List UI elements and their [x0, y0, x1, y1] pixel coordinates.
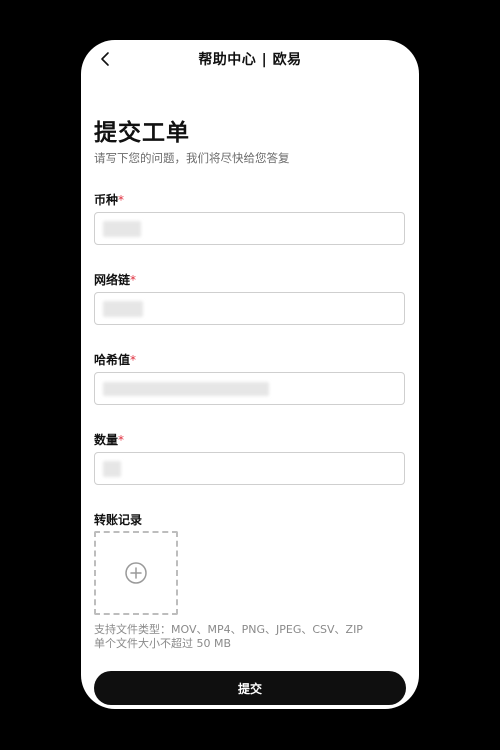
network-label: 网络链*	[94, 271, 136, 288]
transfer-record-label: 转账记录	[94, 513, 143, 527]
amount-label-text: 数量	[94, 433, 119, 447]
file-size-hint: 单个文件大小不超过 50 MB	[94, 637, 232, 650]
submit-button[interactable]: 提交	[94, 671, 406, 705]
required-mark: *	[118, 433, 125, 447]
plus-circle-icon	[125, 562, 147, 584]
header-title: 帮助中心 | 欧易	[198, 52, 302, 68]
required-mark: *	[130, 353, 137, 367]
network-input[interactable]	[94, 292, 405, 325]
redacted-value	[103, 461, 121, 477]
file-types-hint: 支持文件类型：MOV、MP4、PNG、JPEG、CSV、ZIP	[94, 623, 363, 636]
upload-button[interactable]	[94, 531, 178, 615]
network-label-text: 网络链	[94, 273, 131, 287]
redacted-value	[103, 221, 141, 237]
currency-label: 币种*	[94, 191, 124, 208]
amount-input[interactable]	[94, 452, 405, 485]
hash-input[interactable]	[94, 372, 405, 405]
redacted-value	[103, 382, 269, 396]
phone-screen: 帮助中心 | 欧易 提交工单 请写下您的问题，我们将尽快给您答复 币种* 网络链…	[81, 40, 419, 709]
top-bar: 帮助中心 | 欧易	[81, 40, 419, 80]
redacted-value	[103, 301, 143, 317]
required-mark: *	[118, 193, 125, 207]
required-mark: *	[130, 273, 137, 287]
page-title: 提交工单	[94, 120, 190, 146]
hash-label-text: 哈希值	[94, 353, 131, 367]
currency-label-text: 币种	[94, 193, 119, 207]
hash-label: 哈希值*	[94, 351, 136, 368]
page-subtitle: 请写下您的问题，我们将尽快给您答复	[94, 151, 290, 165]
amount-label: 数量*	[94, 431, 124, 448]
currency-input[interactable]	[94, 212, 405, 245]
